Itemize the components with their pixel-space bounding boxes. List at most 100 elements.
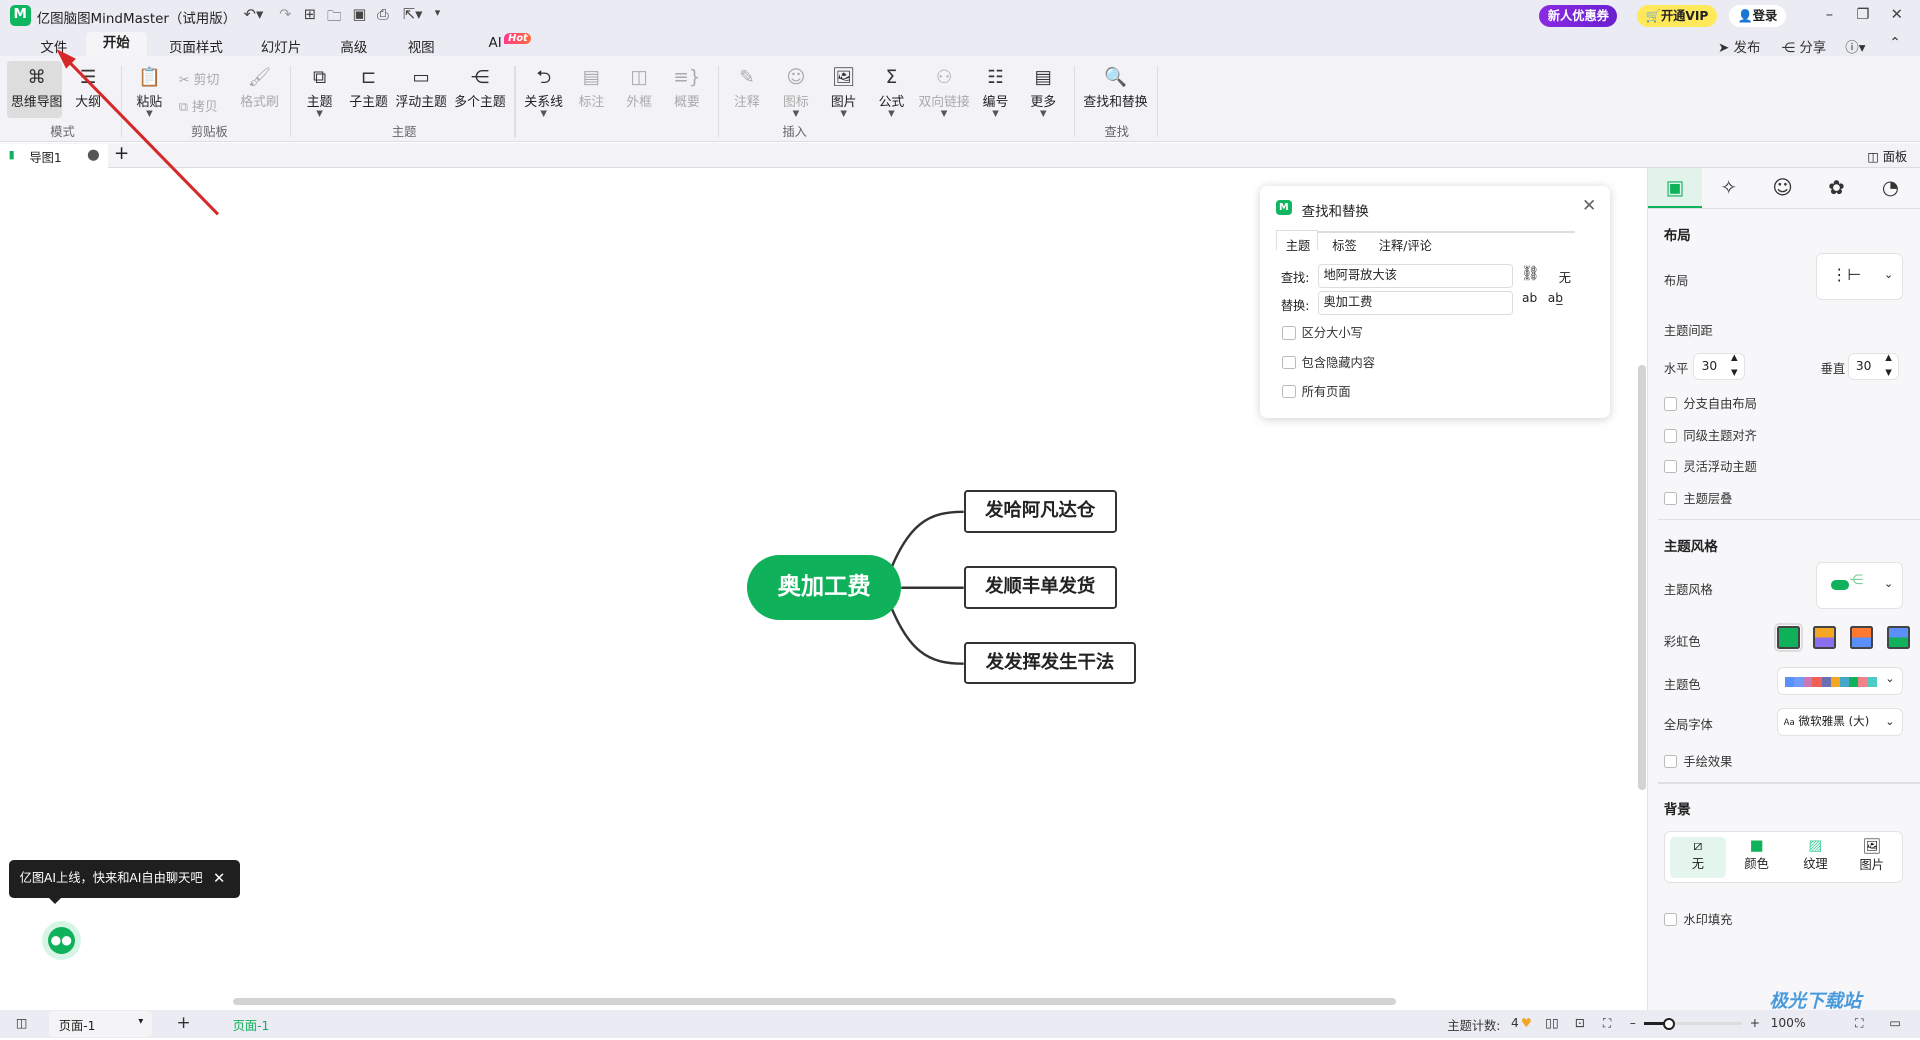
flexible-floating-checkbox[interactable]: 灵活浮动主题 xyxy=(1663,457,1757,475)
slash-box-icon: ⧄ xyxy=(1693,837,1703,855)
include-hidden-checkbox[interactable]: 包含隐藏内容 xyxy=(1282,353,1375,371)
topic-overlap-label: 主题层叠 xyxy=(1683,491,1733,506)
zoom-slider-thumb[interactable] xyxy=(1662,1017,1676,1030)
sidebar-toggle-icon[interactable]: ◫ xyxy=(16,1016,28,1030)
replace-label: 替换: xyxy=(1280,299,1310,314)
close-window-icon[interactable]: ✕ xyxy=(1891,6,1903,23)
layout-icon[interactable]: ▣ xyxy=(1647,167,1702,209)
stepper-arrows-icon[interactable]: ▲ ▼ xyxy=(1885,351,1892,380)
presentation-icon[interactable]: ▭ xyxy=(1889,1016,1901,1030)
zoom-level: 100% xyxy=(1770,1016,1806,1031)
book-view-icon[interactable]: ▯▯ xyxy=(1545,1016,1558,1030)
section-divider xyxy=(1657,519,1920,521)
rainbow-option[interactable] xyxy=(1813,625,1837,649)
share-button[interactable]: ⋲ 分享 xyxy=(1782,36,1827,56)
dialog-tab-label[interactable]: 标签 xyxy=(1332,236,1356,254)
chevron-down-icon: ⌄ xyxy=(1885,714,1895,728)
zoom-slider[interactable] xyxy=(1644,1017,1743,1030)
rainbow-option[interactable] xyxy=(1849,625,1874,649)
help-button[interactable]: ⓘ▾ xyxy=(1845,36,1865,56)
topic-count: 4 xyxy=(1511,1016,1519,1031)
match-case-checkbox[interactable]: 区分大小写 xyxy=(1282,323,1363,341)
theme-icon[interactable]: ✿ xyxy=(1810,168,1864,208)
minimize-icon[interactable]: – xyxy=(1826,6,1833,23)
page-select[interactable]: 页面-1 ▾ xyxy=(48,1011,152,1038)
bg-texture-option[interactable]: ▨ 纹理 xyxy=(1787,837,1843,872)
all-pages-checkbox[interactable]: 所有页面 xyxy=(1282,382,1351,400)
collapse-ribbon-icon[interactable]: ⌃ xyxy=(1889,36,1900,51)
ai-bot-button[interactable]: ●● xyxy=(41,920,81,960)
horizontal-scrollbar[interactable] xyxy=(232,997,1396,1006)
theme-color-swatch xyxy=(1821,676,1831,687)
fit-screen-icon[interactable]: ⛶ xyxy=(1855,1016,1864,1031)
replace-one-icon[interactable]: ab xyxy=(1522,291,1537,305)
publish-button[interactable]: ➤ 发布 xyxy=(1718,36,1760,56)
topic-overlap-checkbox[interactable]: 主题层叠 xyxy=(1663,489,1733,507)
bg-image-option[interactable]: 🖼 图片 xyxy=(1844,837,1900,873)
marker-icon[interactable]: ☺ xyxy=(1756,168,1810,208)
branch-topic[interactable]: 发发挥发生干法 xyxy=(963,641,1137,685)
theme-color-swatch xyxy=(1867,676,1877,687)
replace-input[interactable]: 奥加工费 xyxy=(1317,291,1514,315)
font-select[interactable]: Aa 微软雅黑 (大) ⌄ xyxy=(1776,707,1903,736)
spacing-label: 主题间距 xyxy=(1663,323,1713,338)
dialog-logo-icon: M xyxy=(1275,199,1292,216)
align-siblings-checkbox[interactable]: 同级主题对齐 xyxy=(1663,426,1757,444)
dialog-tab-topic[interactable]: 主题 xyxy=(1286,236,1310,254)
add-page-icon[interactable]: + xyxy=(176,1013,190,1033)
bg-none-option[interactable]: ⧄ 无 xyxy=(1670,837,1726,872)
tree-layout-icon: ⋮⊢ xyxy=(1831,265,1862,285)
theme-color-select[interactable]: ⌄ xyxy=(1776,667,1903,696)
restore-icon[interactable]: ❐ xyxy=(1856,6,1869,23)
rainbow-option[interactable] xyxy=(1773,622,1803,653)
close-dialog-icon[interactable]: ✕ xyxy=(1582,196,1596,216)
branch-topic[interactable]: 发哈阿凡达仓 xyxy=(963,489,1117,533)
rainbow-option[interactable] xyxy=(1886,625,1910,649)
horizontal-spacing-stepper[interactable]: 30 ▲ ▼ xyxy=(1693,351,1745,380)
ai-sparkle-icon[interactable]: ✧ xyxy=(1702,168,1756,208)
history-icon[interactable]: ◔ xyxy=(1863,168,1917,208)
vip-button[interactable]: 🛒开通VIP xyxy=(1637,4,1717,27)
style-select[interactable]: ⋲ ⌄ xyxy=(1815,562,1903,609)
find-label: 查找: xyxy=(1280,271,1310,286)
theme-color-swatch xyxy=(1812,676,1822,687)
zoom-out-icon[interactable]: – xyxy=(1630,1016,1636,1030)
chevron-down-icon: ⌄ xyxy=(1884,576,1894,590)
vertical-label: 垂直 xyxy=(1820,361,1846,376)
theme-color-swatches xyxy=(1784,676,1877,687)
tooltip-pointer xyxy=(48,897,61,904)
dialog-tab-notes[interactable]: 注释/评论 xyxy=(1379,236,1432,254)
handdrawn-checkbox[interactable]: 手绘效果 xyxy=(1663,752,1733,770)
zoom-in-icon[interactable]: + xyxy=(1750,1016,1760,1030)
page-tab[interactable]: 页面-1 xyxy=(233,1016,270,1034)
bg-color-option[interactable]: ■ 颜色 xyxy=(1729,837,1785,872)
watermark-checkbox[interactable]: 水印填充 xyxy=(1663,910,1733,928)
panel-toggle-button[interactable]: ◫ 面板 xyxy=(1867,147,1907,165)
free-layout-checkbox[interactable]: 分支自由布局 xyxy=(1663,394,1757,412)
watermark-label: 水印填充 xyxy=(1683,912,1733,927)
login-button[interactable]: 👤登录 xyxy=(1728,4,1786,27)
central-topic[interactable]: 奥加工费 xyxy=(746,554,902,620)
fit-page-icon[interactable]: ⊡ xyxy=(1575,1016,1585,1030)
chevron-down-icon: ▾ xyxy=(138,1016,144,1028)
style-label: 主题风格 xyxy=(1663,583,1713,598)
color-square-icon: ■ xyxy=(1749,837,1764,855)
background-heading: 背景 xyxy=(1663,803,1691,819)
fullscreen-icon[interactable]: ⛶ xyxy=(1603,1016,1612,1031)
rainbow-label: 彩虹色 xyxy=(1663,634,1701,649)
find-input[interactable]: 地阿哥放大该 xyxy=(1317,264,1514,288)
close-tooltip-icon[interactable]: ✕ xyxy=(213,860,225,898)
layout-select[interactable]: ⋮⊢ ⌄ xyxy=(1815,253,1903,300)
handdrawn-label: 手绘效果 xyxy=(1683,754,1733,769)
stepper-arrows-icon[interactable]: ▲ ▼ xyxy=(1731,351,1738,380)
theme-color-swatch xyxy=(1839,676,1850,687)
style-heading: 主题风格 xyxy=(1663,540,1718,556)
rainbow-options xyxy=(1773,622,1910,653)
vertical-scrollbar[interactable] xyxy=(1638,364,1646,790)
replace-all-icon[interactable]: ab̲ xyxy=(1548,291,1563,305)
binoculars-icon[interactable]: ⛓ xyxy=(1521,264,1540,282)
tab-underline xyxy=(1275,231,1575,233)
branch-topic[interactable]: 发顺丰单发货 xyxy=(963,565,1117,609)
vertical-spacing-stepper[interactable]: 30 ▲ ▼ xyxy=(1847,351,1899,380)
theme-color-swatch xyxy=(1794,676,1804,687)
